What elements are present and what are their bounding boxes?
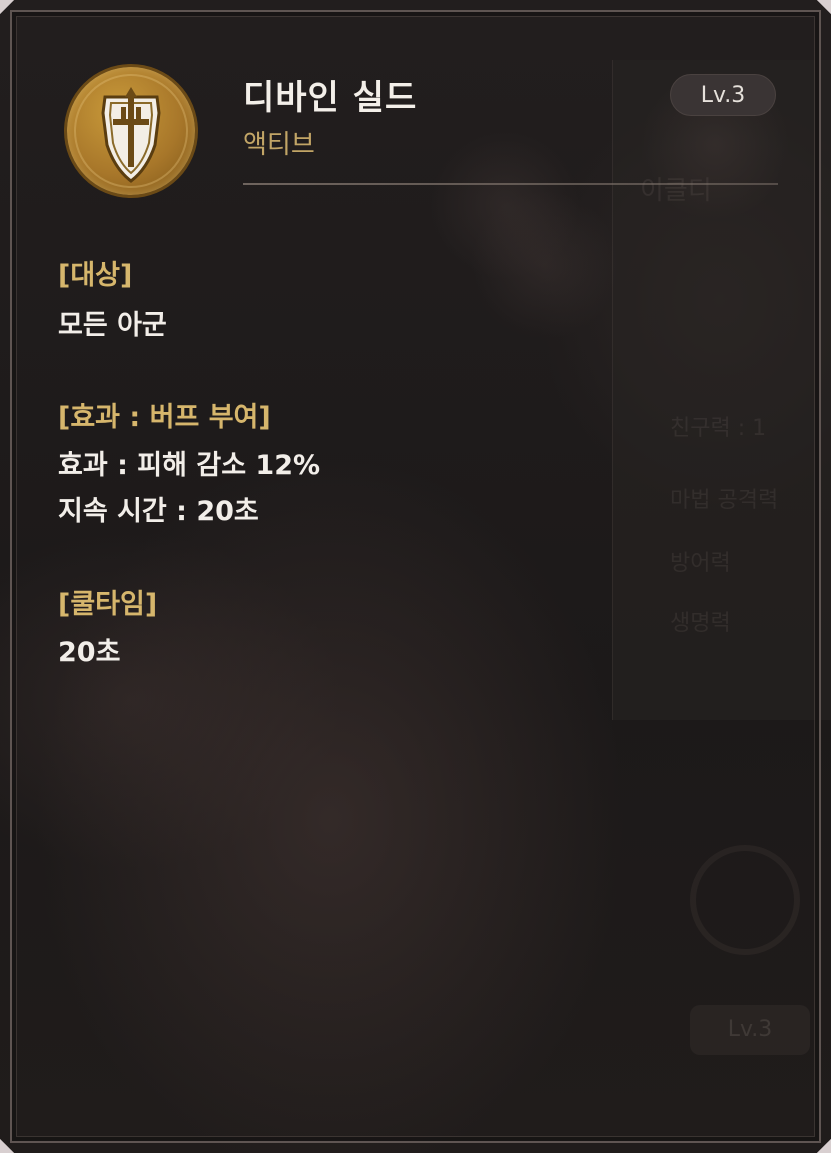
target-heading: [대상] (58, 260, 133, 291)
cooldown-heading: [쿨타임] (58, 589, 158, 620)
target-value: 모든 아군 (58, 310, 167, 341)
skill-tooltip-window: 이클디 친구력 : 1 마법 공격력 방어력 생명력 Lv.3 디바인 실드 액… (0, 0, 831, 1153)
effect-damage-reduction: 효과 : 피해 감소 12% (58, 450, 321, 481)
header-divider (243, 183, 778, 185)
shield-sword-icon (67, 67, 195, 195)
effect-heading: [효과 : 버프 부여] (58, 402, 271, 433)
cooldown-value: 20초 (58, 637, 121, 668)
effect-duration: 지속 시간 : 20초 (58, 496, 259, 527)
skill-name: 디바인 실드 (243, 78, 418, 118)
level-badge: Lv.3 (670, 74, 776, 116)
skill-type: 액티브 (243, 130, 315, 160)
